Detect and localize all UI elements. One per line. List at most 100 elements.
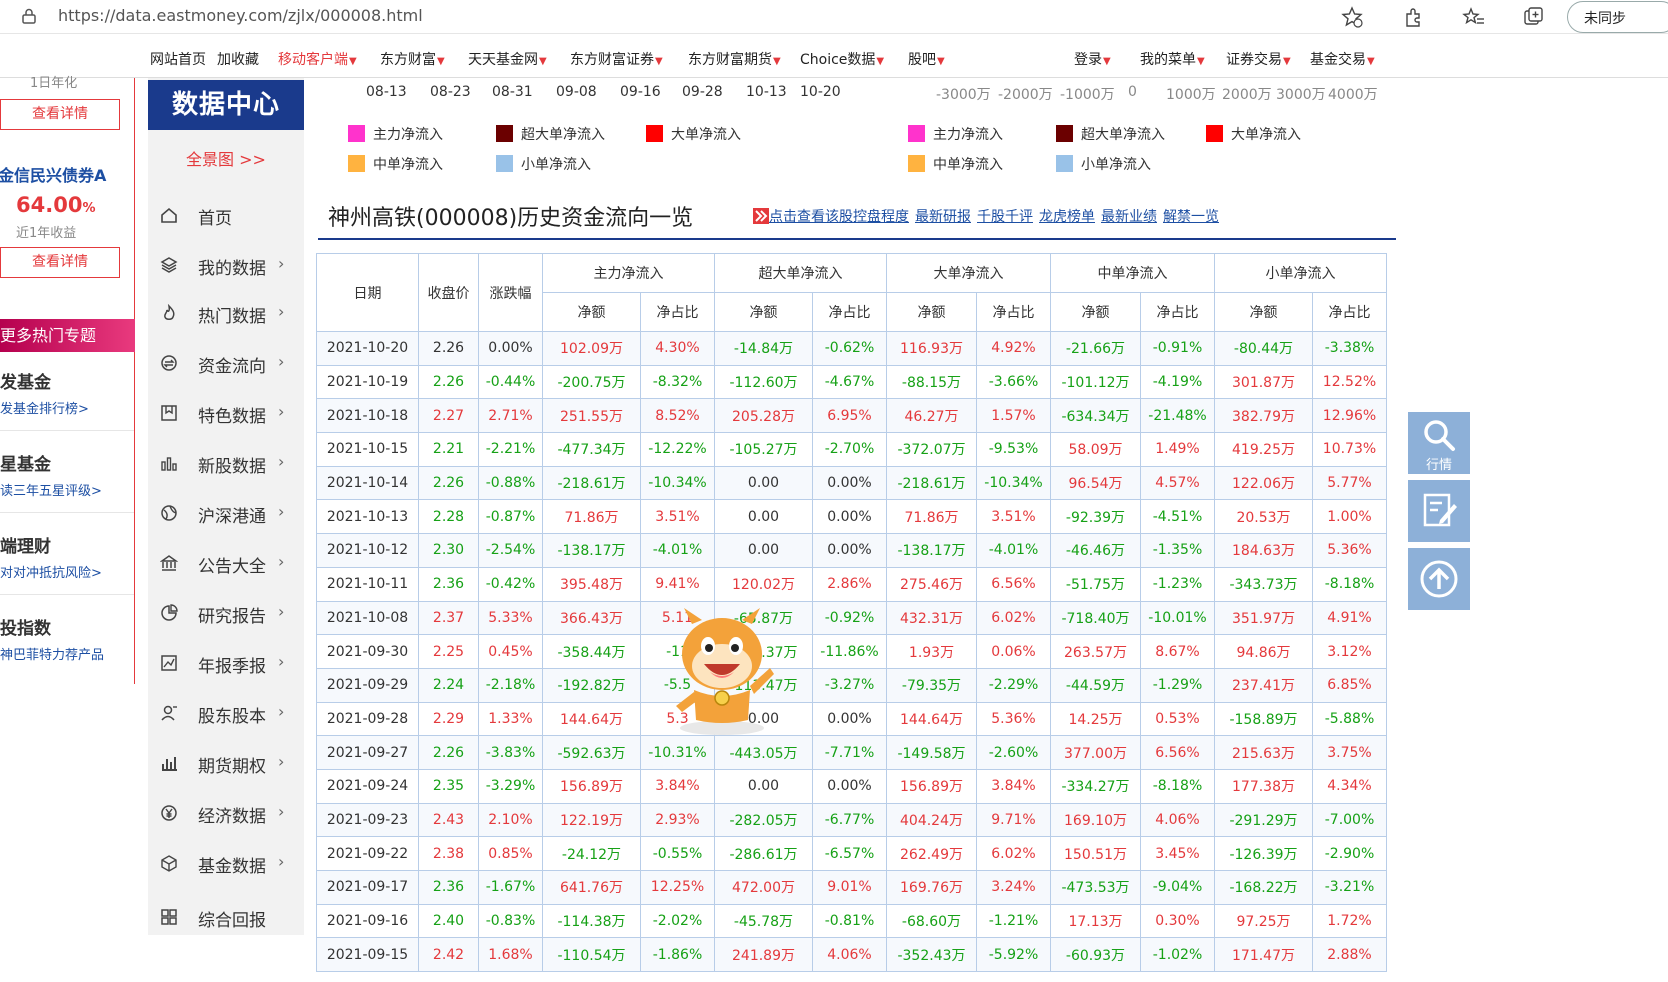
datacenter-nav-item[interactable]: 年报季报 › (148, 646, 304, 680)
chart-legend-item[interactable]: 主力净流入 (908, 124, 1003, 144)
legend-label: 中单净流入 (933, 157, 1003, 173)
table-row: 2021-09-23 2.43 2.10% 122.19万 2.93% -282.05万 -… (316, 802, 1387, 838)
table-cell: 1.00% (1312, 499, 1387, 535)
table-row: 2021-09-17 2.36 -1.67% 641.76万 12.25% 472.00万… (316, 870, 1387, 905)
chart-legend-item[interactable]: 超大单净流入 (496, 124, 605, 144)
table-cell: 46.27万 (886, 398, 977, 434)
topnav-label: 登录 (1074, 52, 1102, 68)
datacenter-nav-item[interactable]: 研究报告 › (148, 596, 304, 630)
topnav-right-link[interactable]: 证券交易▼ (1226, 49, 1291, 69)
section-link[interactable]: 点击查看该股控盘程度 (769, 209, 909, 225)
promo-fund-title[interactable]: 发基金 (0, 368, 51, 393)
topnav-right-link[interactable]: 我的菜单▼ (1140, 49, 1205, 69)
promo-fund-title[interactable]: 星基金 (0, 450, 51, 475)
view-detail-button-2[interactable]: 查看详情 (0, 247, 120, 278)
table-cell: 3.12% (1312, 634, 1387, 669)
chart-legend-item[interactable]: 大单净流入 (1206, 124, 1301, 144)
datacenter-nav-item[interactable]: 首页 (148, 198, 304, 232)
topnav-link[interactable]: 加收藏 (217, 49, 259, 69)
datacenter-nav-label: 沪深港通 (198, 507, 266, 527)
promo-fund-link[interactable]: 读三年五星评级> (0, 480, 102, 499)
table-cell: 0.85% (478, 836, 543, 871)
table-cell: 2021-10-13 (316, 499, 419, 535)
table-cell: 12.25% (640, 870, 715, 905)
back-to-top-button[interactable] (1408, 548, 1470, 610)
chart-legend-item[interactable]: 中单净流入 (348, 154, 443, 174)
chart-legend-item[interactable]: 小单净流入 (1056, 154, 1151, 174)
topnav-label: 证券交易 (1226, 52, 1282, 68)
feedback-button[interactable] (1408, 480, 1470, 542)
datacenter-nav-item[interactable]: 综合回报 (148, 900, 304, 934)
datacenter-sidebar: 数据中心 全景图 >> 首页我的数据 › 热门数据 › 资金流向 › 特色数据 › 新股数据 › 沪… (148, 78, 304, 935)
hot-topics-bar[interactable]: 更多热门专题 (0, 319, 135, 352)
promo-fund-title[interactable]: 端理财 (0, 532, 51, 557)
chart-legend-item[interactable]: 中单净流入 (908, 154, 1003, 174)
topnav-link[interactable]: 东方财富▼ (380, 49, 445, 69)
table-cell: 12.52% (1312, 364, 1387, 400)
topnav-link[interactable]: 东方财富期货▼ (688, 49, 781, 69)
collections-icon[interactable] (1522, 5, 1546, 29)
promo-fund-link[interactable]: 神巴菲特力荐产品 (0, 644, 104, 663)
favorite-star-icon[interactable] (1340, 5, 1364, 29)
section-link[interactable]: 最新研报 (915, 209, 971, 225)
table-cell: 0.00 (714, 499, 813, 535)
datacenter-nav-item[interactable]: 期货期权 › (148, 746, 304, 780)
chart-amount-tick: 2000万 (1222, 87, 1272, 103)
datacenter-nav-item[interactable]: 我的数据 › (148, 248, 304, 282)
table-cell: 6.56% (976, 566, 1051, 602)
datacenter-nav-item[interactable]: 新股数据 › (148, 446, 304, 480)
topnav-right-link[interactable]: 基金交易▼ (1310, 49, 1375, 69)
table-cell: -2.70% (812, 432, 887, 467)
table-cell: 2.42 (418, 937, 479, 973)
table-cell: 2021-09-16 (316, 903, 419, 939)
quote-button[interactable]: 行情 (1408, 412, 1470, 474)
view-detail-button[interactable]: 查看详情 (0, 99, 120, 130)
datacenter-nav-label: 研究报告 (198, 607, 266, 627)
table-cell: 4.30% (640, 331, 715, 366)
promo-fund-link[interactable]: 发基金排行榜> (0, 398, 89, 417)
topnav-link[interactable]: 天天基金网▼ (468, 49, 547, 69)
table-subheader-cell: 净占比 (976, 292, 1051, 332)
section-link[interactable]: 最新业绩 (1101, 209, 1157, 225)
mascot-icon[interactable] (662, 606, 782, 738)
chart-legend-item[interactable]: 小单净流入 (496, 154, 591, 174)
table-cell: -5.88% (1312, 701, 1387, 737)
sync-button[interactable]: 未同步 (1567, 1, 1668, 33)
topnav-link[interactable]: 东方财富证券▼ (570, 49, 663, 69)
datacenter-nav-item[interactable]: 基金数据 › (148, 846, 304, 880)
table-row: 2021-09-28 2.29 1.33% 144.64万 5.3 0.00 0.00% 14… (316, 701, 1387, 737)
url-input[interactable]: https://data.eastmoney.com/zjlx/000008.h… (58, 6, 423, 25)
table-cell: -218.61万 (542, 465, 641, 501)
datacenter-nav-item[interactable]: 沪深港通 › (148, 496, 304, 530)
topnav-link[interactable]: 股吧▼ (908, 49, 945, 69)
datacenter-nav-item[interactable]: 特色数据 › (148, 396, 304, 430)
datacenter-nav-item[interactable]: 经济数据 › (148, 796, 304, 830)
datacenter-nav-item[interactable]: 公告大全 › (148, 546, 304, 580)
topnav-link[interactable]: 网站首页 (150, 49, 206, 69)
topnav-right-link[interactable]: 登录▼ (1074, 49, 1111, 69)
topnav-link[interactable]: Choice数据▼ (800, 49, 884, 69)
section-link[interactable]: 龙虎榜单 (1039, 209, 1095, 225)
table-cell: 2021-09-15 (316, 937, 419, 973)
promo-divider (0, 430, 134, 431)
table-cell: 262.49万 (886, 836, 977, 871)
overview-link[interactable]: 全景图 >> (148, 146, 304, 170)
bond-fund-name[interactable]: 金信民兴债券A (0, 162, 106, 186)
chart-legend-item[interactable]: 超大单净流入 (1056, 124, 1165, 144)
section-link[interactable]: 解禁一览 (1163, 209, 1219, 225)
promo-fund-title[interactable]: 投指数 (0, 614, 51, 639)
datacenter-logo[interactable]: 数据中心 (148, 80, 304, 130)
extensions-icon[interactable] (1402, 5, 1426, 29)
topnav-link[interactable]: 移动客户端▼ (278, 49, 357, 69)
table-cell: -10.34% (640, 465, 715, 501)
table-cell: -473.53万 (1050, 870, 1141, 905)
datacenter-nav-item[interactable]: 资金流向 › (148, 346, 304, 380)
chart-legend-item[interactable]: 主力净流入 (348, 124, 443, 144)
section-link[interactable]: 千股千评 (977, 209, 1033, 225)
promo-fund-link[interactable]: 对对冲抵抗风险> (0, 562, 102, 581)
datacenter-nav-item[interactable]: 股东股本 › (148, 696, 304, 730)
chart-legend-item[interactable]: 大单净流入 (646, 124, 741, 144)
datacenter-nav-item[interactable]: 热门数据 › (148, 296, 304, 330)
favorites-list-icon[interactable] (1462, 5, 1486, 29)
table-row: 2021-10-18 2.27 2.71% 251.55万 8.52% 205.28万 6.… (316, 398, 1387, 434)
